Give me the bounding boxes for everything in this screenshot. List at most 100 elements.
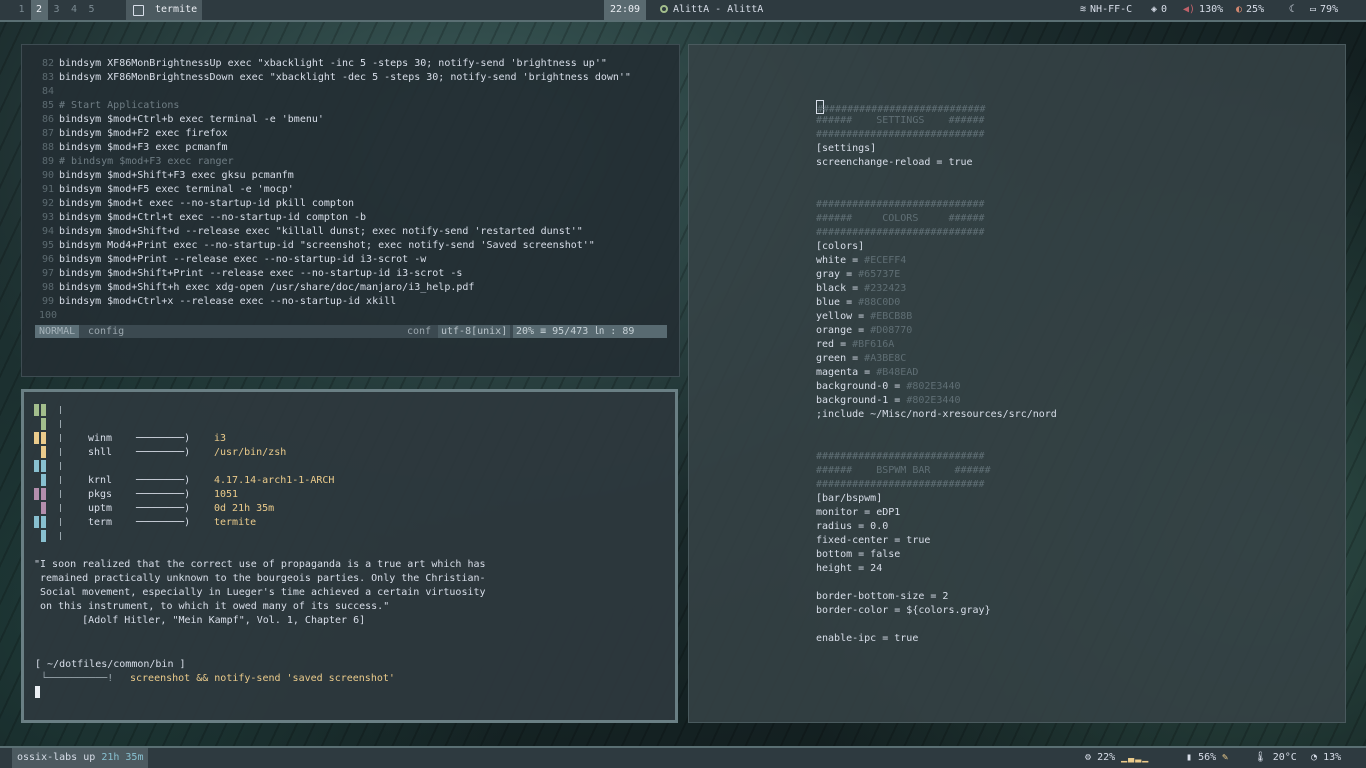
line-number: 88 [41, 142, 54, 153]
line-text: bindsym $mod+t exec --no-startup-id pkil… [59, 198, 355, 209]
config-value: #BF616A [852, 339, 895, 350]
config-key: orange = [816, 325, 871, 336]
line-text: bindsym Mod4+Print exec --no-startup-id … [59, 240, 595, 251]
block-separator [60, 532, 61, 540]
config-value: #802E3440 [906, 381, 961, 392]
spotify-icon [660, 5, 668, 13]
line-text: bindsym XF86MonBrightnessDown exec "xbac… [59, 72, 631, 83]
workspace-2[interactable]: 2 [30, 0, 48, 20]
block-separator [60, 518, 61, 526]
cpu-module[interactable]: ⚙ 22% ▁▃▂▁ [1085, 748, 1149, 768]
line-text: # Start Applications [59, 100, 180, 111]
config-value: #802E3440 [906, 395, 961, 406]
fetch-value: /usr/bin/zsh [214, 447, 287, 458]
brightness-icon: ◐ [1236, 4, 1243, 15]
config-text: ###### SETTINGS ###### [816, 115, 985, 126]
config-line: ############################ [816, 478, 985, 492]
fetch-arrow: ────────) [136, 447, 191, 458]
fetch-arrow: ────────) [136, 503, 191, 514]
window-icon [133, 5, 144, 16]
config-text: [colors] [816, 241, 865, 252]
command-input[interactable]: screenshot && notify-send 'saved screens… [130, 672, 395, 686]
cursor-position: 20% ≡ 95/473 ㏑ : 89 [513, 325, 667, 338]
vim-editor-window[interactable]: 82 bindsym XF86MonBrightnessUp exec "xbac… [21, 44, 680, 377]
quote-line: remained practically unknown to the bour… [34, 573, 486, 584]
battery-icon: ▭ [1310, 4, 1317, 15]
line-number: 92 [41, 198, 54, 209]
config-text: fixed-center = true [816, 535, 931, 546]
block-separator [60, 462, 61, 470]
termite-terminal-window[interactable]: winm ────────) i3 shll ────────) /usr/bin/zsh… [21, 389, 678, 723]
config-value: #B48EAD [876, 367, 919, 378]
top-bar: 12345 termite 22:09 AlittA - AlittA ≋ NH-… [0, 0, 1366, 22]
config-line: ############################ [816, 100, 986, 115]
line-text: bindsym XF86MonBrightnessUp exec "xbackl… [59, 58, 607, 69]
fetch-arrow: ────────) [136, 475, 191, 486]
memory-icon: ▮ [1186, 752, 1193, 763]
file-name: config [88, 326, 125, 337]
block-separator [60, 434, 61, 442]
package-icon: ◈ [1151, 4, 1158, 15]
uptime-value: 21h 35m [101, 752, 144, 763]
polybar-config-window[interactable]: ############################ ###### SETTI… [688, 44, 1346, 723]
config-line: ############################ [816, 198, 985, 212]
line-text: bindsym $mod+Ctrl+x --release exec --no-… [59, 296, 397, 307]
config-key: black = [816, 283, 865, 294]
night-mode-icon[interactable]: ☾ [1289, 0, 1295, 20]
memory-module[interactable]: ▮ 56% ✎ [1186, 748, 1228, 768]
line-text: bindsym $mod+Ctrl+b exec terminal -e 'bm… [59, 114, 324, 125]
line-number: 86 [41, 114, 54, 125]
color-block [41, 530, 46, 542]
hostname: ossix-labs [17, 752, 78, 763]
line-number: 82 [41, 58, 54, 69]
temperature-module[interactable]: 🌡 20°C [1254, 748, 1297, 768]
workspace-1[interactable]: 1 [13, 0, 30, 20]
color-block [41, 516, 46, 528]
wifi-module[interactable]: ≋ NH-FF-C [1080, 0, 1132, 20]
line-number: 91 [41, 184, 54, 195]
updates-count: 0 [1161, 4, 1168, 15]
workspace-4[interactable]: 4 [66, 0, 83, 20]
line-number: 95 [41, 240, 54, 251]
fetch-key: shll [88, 447, 113, 458]
config-text: monitor = eDP1 [816, 507, 901, 518]
workspace-5[interactable]: 5 [83, 0, 100, 20]
config-text: bottom = false [816, 549, 901, 560]
file-type: conf [407, 326, 432, 337]
line-number: 89 [41, 156, 54, 167]
focused-window-tab[interactable]: termite [126, 0, 202, 20]
line-number: 90 [41, 170, 54, 181]
wifi-ssid: NH-FF-C [1090, 4, 1133, 15]
workspace-3[interactable]: 3 [48, 0, 65, 20]
config-line: ###### COLORS ###### [816, 212, 985, 226]
battery-module: ▭ 79% [1310, 0, 1338, 20]
config-line: monitor = eDP1 [816, 506, 900, 520]
color-block [41, 404, 46, 416]
config-line: border-color = ${colors.gray} [816, 604, 991, 618]
config-line: [bar/bspwm] [816, 492, 882, 506]
fetch-arrow: ────────) [136, 433, 191, 444]
line-number: 100 [39, 310, 58, 321]
line-text: bindsym $mod+F5 exec terminal -e 'mocp' [59, 184, 294, 195]
disk-module[interactable]: ◔ 13% [1311, 748, 1341, 768]
volume-icon: ◀) [1183, 4, 1196, 15]
block-separator [60, 420, 61, 428]
config-text: border-color = ${colors.gray} [816, 605, 991, 616]
volume-module[interactable]: ◀) 130% [1183, 0, 1223, 20]
config-text: ;include ~/Misc/nord-xresources/src/nord [816, 409, 1057, 420]
brightness-module[interactable]: ◐ 25% [1236, 0, 1264, 20]
updates-module[interactable]: ◈ 0 [1151, 0, 1167, 20]
bottom-bar: ossix-labs up 21h 35m ⚙ 22% ▁▃▂▁ ▮ 56% ✎… [0, 746, 1366, 768]
config-key: green = [816, 353, 865, 364]
color-block [41, 446, 46, 458]
config-line: ############################ [816, 128, 985, 142]
config-key: gray = [816, 269, 859, 280]
cpu-gear-icon: ⚙ [1085, 752, 1092, 763]
config-line: screenchange-reload = true [816, 156, 973, 170]
clock[interactable]: 22:09 [604, 0, 646, 20]
cpu-bars: ▁▃▂▁ [1121, 752, 1150, 763]
config-value: #88C0D0 [858, 297, 901, 308]
config-line: orange = #D08770 [816, 324, 912, 338]
cpu-value: 22% [1097, 752, 1116, 763]
volume-value: 130% [1199, 4, 1224, 15]
